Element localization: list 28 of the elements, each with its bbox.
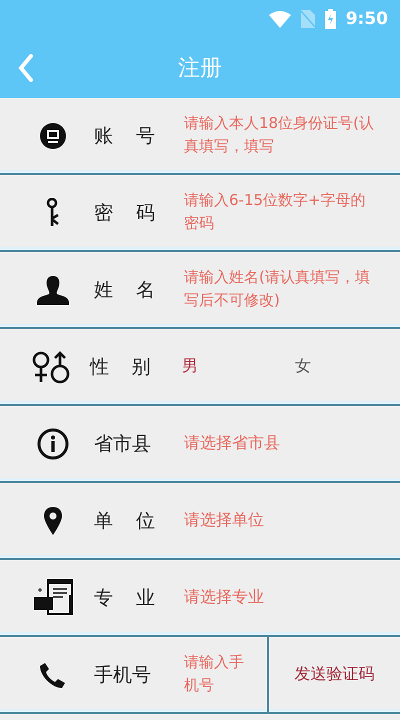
field-label: 密码 (93, 200, 179, 226)
field-label: 性别 (88, 354, 174, 380)
field-label: 手机号 (93, 662, 152, 688)
gender-option[interactable]: 女 (286, 352, 400, 381)
field-label: 姓名 (93, 278, 179, 302)
input-field[interactable]: 请输入姓名(请认真填写，填写后不可修改) (184, 266, 374, 314)
monitor-icon (40, 122, 66, 148)
field-label: 账号 (93, 124, 179, 148)
wifi-icon (268, 10, 291, 28)
document-icon (31, 578, 75, 616)
gender-icon (30, 350, 71, 384)
field-label: 省市县 (93, 432, 152, 456)
send-code-button[interactable]: 发送验证码 (267, 637, 400, 712)
info-icon (37, 428, 69, 460)
page-title: 注册 (177, 55, 223, 83)
no-sim-icon (300, 10, 315, 28)
status-time: 9:50 (346, 9, 388, 29)
field-label: 单位 (93, 508, 179, 534)
location-pin-icon (43, 506, 63, 536)
phone-icon (39, 660, 67, 688)
gender-option[interactable]: 男 (174, 352, 287, 381)
field-label: 专业 (93, 586, 179, 610)
input-field[interactable]: 请输入手机号 (184, 650, 256, 698)
input-field[interactable]: 请输入6-15位数字+字母的密码 (184, 188, 374, 236)
key-icon (46, 198, 60, 228)
person-icon (36, 274, 70, 304)
input-field[interactable]: 请输入本人18位身份证号(认真填写，填写 (184, 112, 374, 160)
battery-charging-icon (324, 9, 336, 29)
